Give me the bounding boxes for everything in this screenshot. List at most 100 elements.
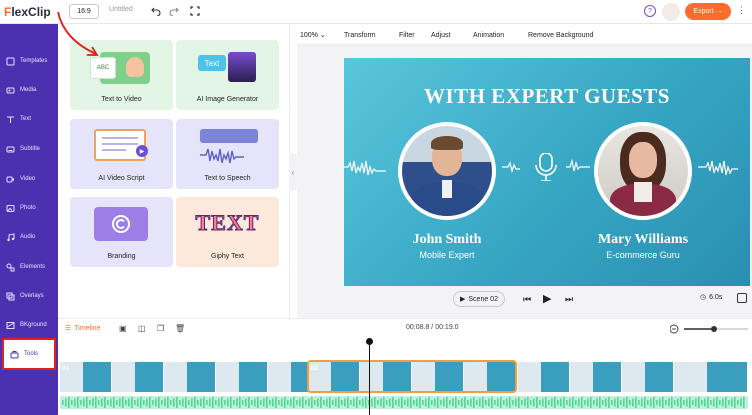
next-icon[interactable]: ⏭ [565,294,573,305]
media-icon [6,87,15,93]
duplicate-icon[interactable]: ❐ [157,324,166,333]
clip-thumbnail[interactable] [674,362,748,392]
sidebar-item-subtitle[interactable]: Subtitle [0,135,58,163]
help-icon[interactable]: ? [644,5,656,17]
project-title[interactable]: Untitled [109,6,133,13]
sidebar-item-photo[interactable]: Photo [0,194,58,222]
guest-role: Mobile Expert [419,250,475,260]
logo-text: lexClip [11,5,51,19]
sidebar-item-label: Text [20,116,32,122]
clip-number-badge: 01 [62,366,69,372]
zoom-select[interactable]: 100% ⌄ [300,31,326,39]
selected-clip[interactable] [307,360,517,393]
tool-card-giphy-text[interactable]: TEXT Giphy Text [176,197,279,267]
timeline-label: Timeline [74,324,101,332]
export-button[interactable]: Export → [685,3,731,20]
sidebar-item-label: Video [20,176,36,182]
tool-card-text-to-speech[interactable]: Text to Speech [176,119,279,189]
playhead[interactable] [369,338,370,415]
guest-name: Mary Williams [597,232,689,247]
play-button[interactable]: ▶ [543,292,551,305]
guest-portrait-john [398,122,496,220]
overlays-icon [6,292,15,300]
sidebar-item-label: Overlays [20,293,44,299]
play-scene-icon[interactable]: ▣ [119,324,128,333]
tab-transform[interactable]: Transform [344,32,376,39]
top-bar: FlexClip 16:9 Untitled ? Export → ⋮ [0,0,752,24]
annotation-arrow-icon [57,11,99,56]
clip-thumbnail[interactable] [216,362,268,392]
timeline-zoom-control[interactable] [669,324,750,334]
elements-icon [6,263,15,271]
sidebar-item-label: Audio [20,234,36,240]
sidebar-item-overlays[interactable]: Overlays [0,282,58,310]
unicorn-image-icon [228,52,256,82]
more-menu-icon[interactable]: ⋮ [737,5,746,16]
playhead-handle[interactable] [366,338,373,345]
sidebar-item-label: BKground [20,322,47,328]
timecode: 00:08.8 / 00:19.0 [406,324,459,331]
sidebar-item-label: Tools [24,351,39,357]
sidebar-item-text[interactable]: Text [0,105,58,133]
sidebar-item-label: Templates [20,58,48,64]
tool-card-branding[interactable]: Branding [70,197,173,267]
audio-track[interactable] [60,396,748,409]
left-waveform-icon [344,160,386,176]
clip-number-badge: 02 [311,366,318,372]
avatar[interactable] [662,3,680,21]
video-slide[interactable]: WITH EXPERT GUESTS John Smith Mobile Exp… [344,58,750,286]
sidebar-item-media[interactable]: Media [0,76,58,104]
clip-thumbnail[interactable] [622,362,674,392]
previous-icon[interactable]: ⏮ [523,294,531,305]
play-icon: ▶ [136,145,148,157]
sidebar-item-tools[interactable]: Tools [2,338,56,370]
duration-value: 6.0s [709,293,723,301]
sidebar-item-label: Media [20,87,37,93]
scene-label: Scene 02 [468,295,498,303]
chevron-down-icon: ⌄ [319,32,326,39]
scene-button[interactable]: ▶ Scene 02 [453,291,505,307]
tab-animation[interactable]: Animation [473,32,504,39]
current-time: 00:08.8 [406,324,430,331]
chevron-left-icon: ‹ [291,167,295,177]
collapse-panel-button[interactable]: ‹ [289,153,297,191]
sidebar-item-label: Photo [20,205,36,211]
fullscreen-preview-icon[interactable] [737,293,747,303]
tab-remove-background[interactable]: Remove Background [528,32,593,39]
presenter-figure-icon [126,57,144,77]
tab-adjust[interactable]: Adjust [431,32,450,39]
timeline-toggle[interactable]: ☰ Timeline [65,324,101,333]
guest-role: E-commerce Guru [606,250,680,260]
play-icon: ▶ [460,296,466,303]
fullscreen-icon[interactable] [188,4,202,18]
tool-label: Text to Video [101,96,142,103]
redo-icon[interactable] [167,4,181,18]
sidebar-item-label: Elements [20,264,46,270]
sidebar-item-video[interactable]: Video [0,165,58,193]
audio-waveform [62,397,745,408]
tool-label: Branding [107,253,136,260]
edit-toolbar: 100% ⌄ Transform Filter Adjust Animation… [297,27,752,45]
clip-thumbnail[interactable] [570,362,622,392]
tool-card-ai-image-generator[interactable]: Text AI Image Generator [176,40,279,110]
sidebar-item-templates[interactable]: Templates [0,47,58,75]
text-icon [7,116,14,123]
sidebar-item-bkground[interactable]: BKground [0,311,58,339]
clock-icon: ◷ [700,294,707,301]
flexclip-logo[interactable]: FlexClip [4,4,51,20]
tab-filter[interactable]: Filter [399,32,415,39]
duration-control[interactable]: ◷ 6.0s [700,293,723,302]
sidebar-item-audio[interactable]: Audio [0,223,58,251]
video-icon [6,176,14,182]
sidebar-item-label: Subtitle [20,146,41,152]
clip-thumbnail[interactable] [164,362,216,392]
delete-icon[interactable]: 🗑 [175,324,185,333]
speech-waveform-icon [200,129,258,164]
clip-thumbnail[interactable] [112,362,164,392]
split-icon[interactable]: ◫ [138,324,147,333]
clip-thumbnail[interactable] [518,362,570,392]
slide-title: WITH EXPERT GUESTS [424,84,670,108]
tool-card-ai-video-script[interactable]: ▶ AI Video Script [70,119,173,189]
undo-icon[interactable] [149,4,163,18]
sidebar-item-elements[interactable]: Elements [0,253,58,281]
